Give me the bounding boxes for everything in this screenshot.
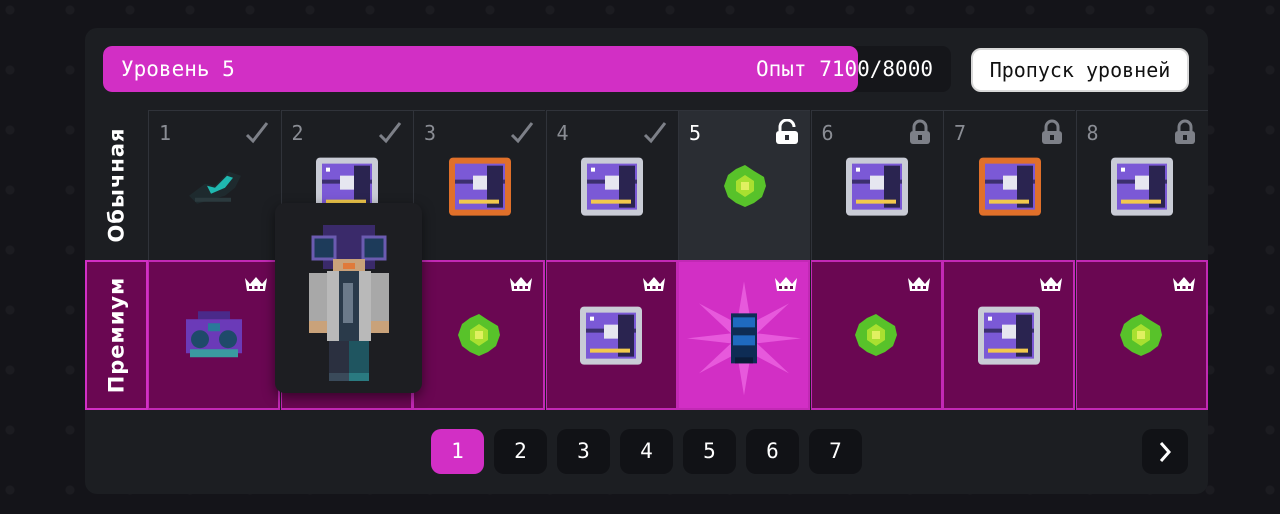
page-button[interactable]: 4 bbox=[620, 429, 673, 474]
crown-icon bbox=[642, 276, 666, 292]
level-label: Уровень 5 bbox=[121, 57, 235, 81]
green-gem-item bbox=[1118, 312, 1164, 362]
crown-icon bbox=[1039, 276, 1063, 292]
crown-icon bbox=[244, 276, 268, 292]
padlock-icon bbox=[907, 119, 933, 145]
page-button[interactable]: 3 bbox=[557, 429, 610, 474]
row-label-free-text: Обычная bbox=[104, 127, 129, 243]
free-reward-cell[interactable]: 7 bbox=[943, 110, 1075, 260]
silver-chest-item bbox=[579, 155, 645, 221]
padlock-icon bbox=[1039, 119, 1065, 145]
chevron-right-icon bbox=[1159, 441, 1172, 462]
next-page-button[interactable] bbox=[1142, 429, 1188, 474]
premium-reward-cell[interactable] bbox=[943, 260, 1075, 410]
checkmark-icon bbox=[244, 119, 270, 145]
dark-sneaker-item bbox=[185, 165, 245, 209]
row-label-premium: Премиум bbox=[85, 260, 148, 410]
level-number: 4 bbox=[556, 121, 569, 145]
green-gem-item bbox=[456, 312, 502, 362]
level-number: 5 bbox=[689, 121, 702, 145]
crown-icon bbox=[509, 276, 533, 292]
page-button[interactable]: 1 bbox=[431, 429, 484, 474]
skin-preview-tooltip bbox=[275, 203, 422, 393]
checkmark-icon bbox=[509, 119, 535, 145]
free-reward-cell[interactable]: 8 bbox=[1075, 110, 1208, 260]
blue-backpack-item bbox=[679, 273, 809, 407]
checkmark-icon bbox=[377, 119, 403, 145]
page-button[interactable]: 5 bbox=[683, 429, 736, 474]
free-reward-cell[interactable]: 3 bbox=[413, 110, 545, 260]
pagination: 1234567 bbox=[431, 429, 862, 474]
level-number: 7 bbox=[954, 121, 967, 145]
skin-character-icon bbox=[309, 225, 389, 381]
page-button[interactable]: 6 bbox=[746, 429, 799, 474]
crown-icon bbox=[1172, 276, 1196, 292]
checkmark-icon bbox=[642, 119, 668, 145]
crown-icon bbox=[907, 276, 931, 292]
exp-label: Опыт 7100/8000 bbox=[755, 57, 933, 81]
free-reward-cell[interactable]: 1 bbox=[148, 110, 280, 260]
premium-reward-cell[interactable] bbox=[148, 260, 280, 410]
free-reward-cell[interactable]: 5 bbox=[678, 110, 810, 260]
unlocked-padlock-icon bbox=[774, 118, 800, 145]
premium-reward-cell[interactable] bbox=[413, 260, 545, 410]
padlock-icon bbox=[1172, 119, 1198, 145]
page-button[interactable]: 7 bbox=[809, 429, 862, 474]
row-label-free: Обычная bbox=[85, 110, 148, 260]
orange-chest-item bbox=[447, 155, 513, 221]
orange-chest-item bbox=[977, 155, 1043, 221]
green-gem-item bbox=[853, 312, 899, 362]
free-reward-cell[interactable]: 6 bbox=[810, 110, 943, 260]
premium-reward-cell[interactable] bbox=[1075, 260, 1208, 410]
silver-chest-item bbox=[578, 305, 644, 371]
boombox-item bbox=[182, 309, 246, 365]
level-number: 8 bbox=[1086, 121, 1099, 145]
premium-reward-cell[interactable] bbox=[545, 260, 678, 410]
silver-chest-item bbox=[1109, 155, 1175, 221]
level-number: 3 bbox=[424, 121, 437, 145]
row-label-premium-text: Премиум bbox=[104, 276, 129, 394]
level-number: 1 bbox=[159, 121, 172, 145]
level-number: 2 bbox=[291, 121, 304, 145]
silver-chest-item bbox=[976, 305, 1042, 371]
skip-levels-button[interactable]: Пропуск уровней bbox=[971, 48, 1189, 92]
level-number: 6 bbox=[821, 121, 834, 145]
free-reward-cell[interactable]: 4 bbox=[545, 110, 678, 260]
premium-reward-cell[interactable] bbox=[678, 260, 810, 410]
premium-reward-cell[interactable] bbox=[810, 260, 943, 410]
silver-chest-item bbox=[844, 155, 910, 221]
xp-progress-bar: Уровень 5 Опыт 7100/8000 bbox=[103, 46, 951, 92]
page-button[interactable]: 2 bbox=[494, 429, 547, 474]
battle-pass-panel: Уровень 5 Опыт 7100/8000 Пропуск уровней… bbox=[85, 28, 1208, 494]
green-gem-item bbox=[722, 163, 768, 213]
